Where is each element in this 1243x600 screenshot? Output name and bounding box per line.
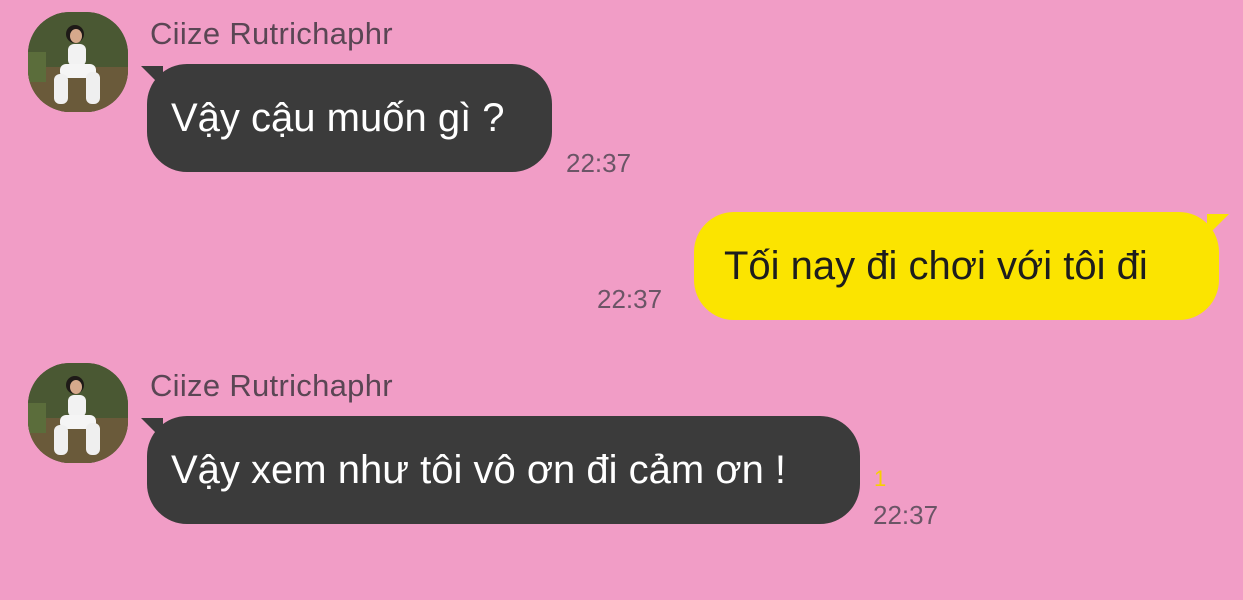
message-bubble-incoming[interactable]: Vậy xem như tôi vô ơn đi cảm ơn ! [147,416,860,524]
bubble-tail [1207,214,1229,236]
avatar-photo-icon [28,12,128,112]
sender-name: Ciize Rutrichaphr [150,368,393,403]
avatar[interactable] [28,12,128,112]
avatar-photo-icon [28,363,128,463]
unread-count: 1 [874,466,887,491]
message-time: 22:37 [597,284,663,314]
message-bubble-incoming[interactable]: Vậy cậu muốn gì ? [147,64,552,172]
message-time: 22:37 [873,500,939,530]
message-text: Tối nay đi chơi với tôi đi [724,243,1148,288]
message-text: Vậy cậu muốn gì ? [171,95,505,140]
avatar[interactable] [28,363,128,463]
message-time: 22:37 [566,148,632,178]
message-text: Vậy xem như tôi vô ơn đi cảm ơn ! [171,447,787,492]
message-bubble-outgoing[interactable]: Tối nay đi chơi với tôi đi [694,212,1219,320]
sender-name: Ciize Rutrichaphr [150,16,393,51]
